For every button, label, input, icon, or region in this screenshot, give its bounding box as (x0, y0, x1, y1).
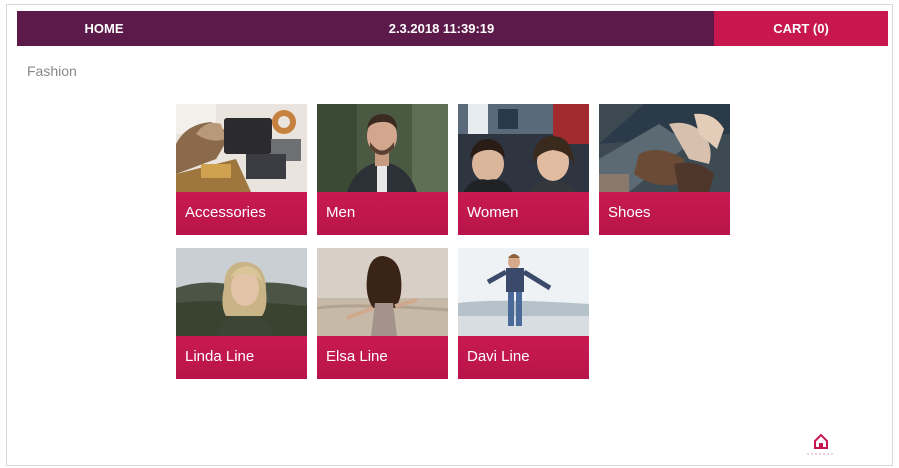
elsa-line-photo (317, 248, 448, 336)
linda-line-photo (176, 248, 307, 336)
accessories-photo (176, 104, 307, 192)
men-portrait-photo (317, 104, 448, 192)
women-portrait-photo (458, 104, 589, 192)
category-label: Women (467, 204, 519, 221)
category-label: Men (326, 204, 356, 221)
home-icon[interactable] (803, 430, 839, 458)
category-tile-shoes[interactable]: Shoes (599, 104, 730, 235)
category-label: Shoes (608, 204, 651, 221)
category-label: Accessories (185, 204, 266, 221)
cart-button[interactable]: CART (0) (714, 11, 888, 46)
davi-line-photo (458, 248, 589, 336)
home-nav-button[interactable]: HOME (17, 21, 191, 36)
category-tile-linda-line[interactable]: Linda Line (176, 248, 307, 379)
category-tile-accessories[interactable]: Accessories (176, 104, 307, 235)
category-tile-women[interactable]: Women (458, 104, 589, 235)
category-label: Elsa Line (326, 348, 388, 365)
datetime-display: 2.3.2018 11:39:19 (388, 21, 495, 36)
app-frame (6, 4, 893, 466)
top-navigation-bar: HOME 2.3.2018 11:39:19 CART (0) (17, 11, 888, 46)
category-tile-davi-line[interactable]: Davi Line (458, 248, 589, 379)
category-tile-elsa-line[interactable]: Elsa Line (317, 248, 448, 379)
category-label: Davi Line (467, 348, 530, 365)
page-title: Fashion (27, 63, 77, 79)
shoes-photo (599, 104, 730, 192)
category-tile-men[interactable]: Men (317, 104, 448, 235)
category-label: Linda Line (185, 348, 255, 365)
